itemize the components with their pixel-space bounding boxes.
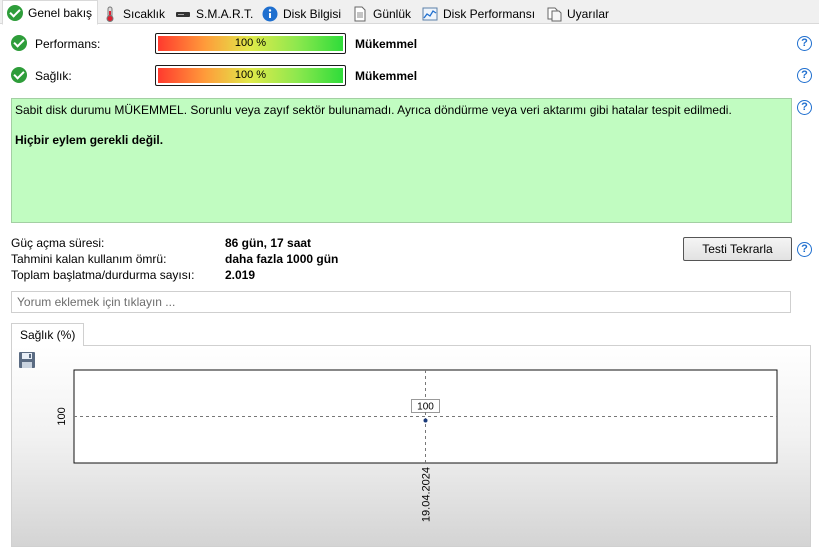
retest-button[interactable]: Testi Tekrarla	[683, 237, 792, 261]
tab-smart[interactable]: S.M.A.R.T.	[170, 3, 259, 24]
comment-input[interactable]: Yorum eklemek için tıklayın ...	[11, 291, 791, 313]
tab-log[interactable]: Günlük	[347, 3, 417, 24]
tab-overview[interactable]: Genel bakış	[2, 0, 99, 25]
health-bar: 100 %	[155, 65, 346, 86]
health-percent: 100 %	[234, 69, 267, 81]
tab-label: Günlük	[373, 6, 412, 21]
help-icon[interactable]: ?	[797, 36, 812, 51]
performance-rating: Mükemmel	[355, 37, 418, 51]
chart-plot: 100 19.04.2024 100	[56, 369, 778, 522]
data-label: 100	[417, 402, 434, 413]
power-on-label: Güç açma süresi:	[11, 236, 105, 250]
thermometer-icon	[102, 6, 118, 22]
info-icon	[262, 6, 278, 22]
document-icon	[352, 6, 368, 22]
tab-label: Uyarılar	[567, 6, 610, 21]
status-action: Hiçbir eylem gerekli değil.	[15, 133, 164, 147]
y-tick-label: 100	[56, 407, 68, 425]
health-chart: 100 19.04.2024 100	[11, 345, 811, 547]
status-message-box: Sabit disk durumu MÜKEMMEL. Sorunlu veya…	[11, 98, 792, 223]
health-label: Sağlık:	[35, 69, 72, 83]
help-icon[interactable]: ?	[797, 100, 812, 115]
tab-temperature[interactable]: Sıcaklık	[97, 3, 171, 24]
check-circle-icon	[11, 67, 27, 83]
performance-bar: 100 %	[155, 33, 346, 54]
tab-disk-performance[interactable]: Disk Performansı	[417, 3, 541, 24]
performance-chart-icon	[422, 6, 438, 22]
tab-label: S.M.A.R.T.	[196, 6, 254, 21]
tab-disk-info[interactable]: Disk Bilgisi	[257, 3, 347, 24]
start-stop-value: 2.019	[225, 268, 256, 282]
start-stop-label: Toplam başlatma/durdurma sayısı:	[11, 268, 195, 282]
lifetime-value: daha fazla 1000 gün	[225, 252, 339, 266]
alerts-icon	[546, 6, 562, 22]
x-tick-label: 19.04.2024	[421, 467, 433, 522]
check-circle-icon	[7, 4, 23, 21]
tab-label: Genel bakış	[28, 5, 93, 20]
status-message: Sabit disk durumu MÜKEMMEL. Sorunlu veya…	[15, 103, 732, 117]
data-point	[423, 418, 428, 423]
drive-icon	[175, 6, 191, 22]
tab-label: Sıcaklık	[123, 6, 166, 21]
overview-panel: Performans: 100 % Mükemmel ? Sağlık: 100…	[0, 24, 819, 557]
help-icon[interactable]: ?	[797, 68, 812, 83]
tab-label: Disk Performansı	[443, 6, 536, 21]
performance-label: Performans:	[35, 37, 101, 51]
lifetime-label: Tahmini kalan kullanım ömrü:	[11, 252, 167, 266]
tab-alerts[interactable]: Uyarılar	[541, 3, 615, 24]
tab-label: Disk Bilgisi	[283, 6, 342, 21]
power-on-value: 86 gün, 17 saat	[225, 236, 312, 250]
help-icon[interactable]: ?	[797, 242, 812, 257]
health-rating: Mükemmel	[355, 69, 418, 83]
tab-bar: Genel bakış Sıcaklık S.M.A.R.T. Disk Bil…	[0, 0, 819, 25]
tab-health-chart[interactable]: Sağlık (%)	[11, 323, 85, 346]
performance-percent: 100 %	[234, 37, 267, 49]
check-circle-icon	[11, 35, 27, 51]
